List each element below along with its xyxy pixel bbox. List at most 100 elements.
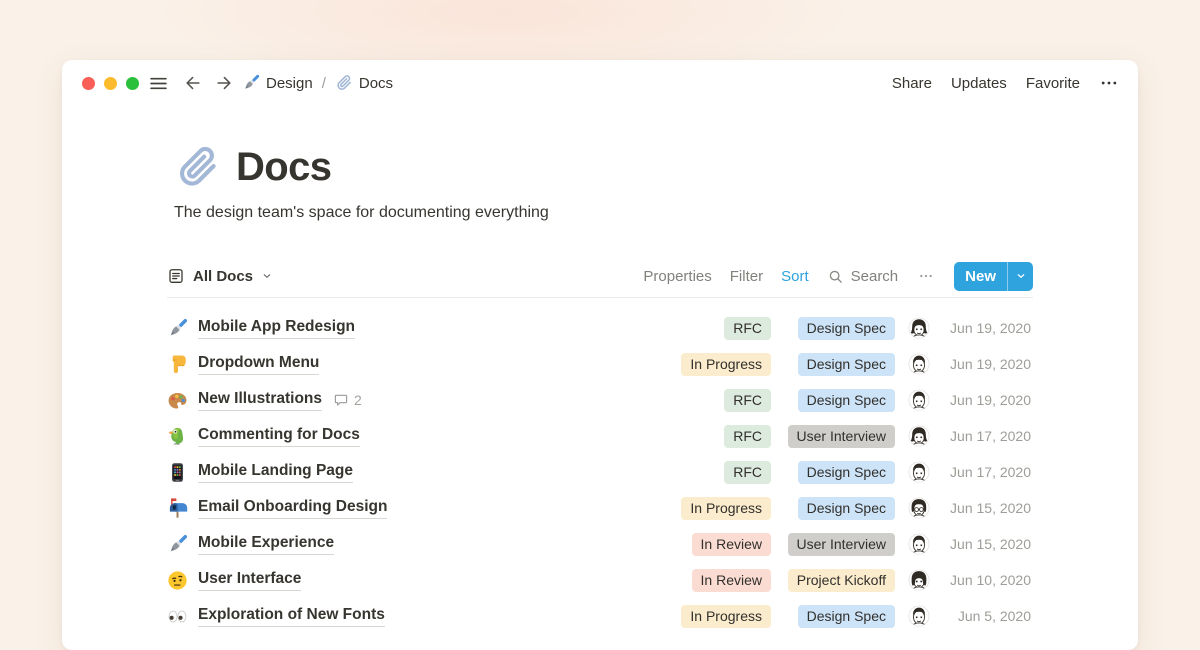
parrot-icon <box>167 426 188 447</box>
doc-title[interactable]: Mobile App Redesign <box>198 317 355 339</box>
doc-title[interactable]: Commenting for Docs <box>198 425 360 447</box>
doc-title[interactable]: Email Onboarding Design <box>198 497 387 519</box>
paperclip-icon <box>174 144 221 191</box>
toolbar-item-filter[interactable]: Filter <box>730 268 763 285</box>
back-icon[interactable] <box>183 73 203 93</box>
toolbar-item-sort[interactable]: Sort <box>781 268 809 285</box>
status-tag[interactable]: RFC <box>724 461 771 484</box>
status-tag[interactable]: RFC <box>724 317 771 340</box>
paperclip-icon <box>335 74 353 92</box>
doc-title[interactable]: Exploration of New Fonts <box>198 605 385 627</box>
toolbar-more-icon[interactable] <box>918 268 934 284</box>
status-tag[interactable]: In Review <box>692 533 771 556</box>
row-date: Jun 19, 2020 <box>937 320 1033 336</box>
avatar <box>908 389 930 411</box>
new-button-label: New <box>954 262 1007 291</box>
breadcrumb: Design / Docs <box>242 74 393 92</box>
doc-title[interactable]: Mobile Landing Page <box>198 461 353 483</box>
zoom-window-button[interactable] <box>126 77 139 90</box>
type-tag[interactable]: Design Spec <box>798 461 895 484</box>
type-tag[interactable]: Design Spec <box>798 353 895 376</box>
view-label: All Docs <box>193 268 253 285</box>
doc-title[interactable]: User Interface <box>198 569 301 591</box>
updates-button[interactable]: Updates <box>951 75 1007 92</box>
app-window: Design / Docs Share Updates Favorite Doc… <box>62 60 1138 650</box>
avatar <box>908 317 930 339</box>
eyes-icon <box>167 606 188 627</box>
type-tag[interactable]: User Interview <box>788 425 895 448</box>
comment-icon <box>333 392 349 408</box>
table-row[interactable]: Mobile Experience In Review User Intervi… <box>167 526 1033 562</box>
avatar <box>908 353 930 375</box>
chevron-down-icon <box>1015 270 1027 282</box>
page-title: Docs <box>236 145 331 190</box>
new-dropdown-button[interactable] <box>1008 262 1033 291</box>
toolbar-item-properties[interactable]: Properties <box>643 268 711 285</box>
close-window-button[interactable] <box>82 77 95 90</box>
breadcrumb-item-docs[interactable]: Docs <box>335 74 393 92</box>
avatar <box>908 533 930 555</box>
avatar <box>908 569 930 591</box>
table-toolbar: All Docs Properties Filter Sort Search New <box>167 261 1033 291</box>
face-raised-eyebrow-icon <box>167 570 188 591</box>
type-tag[interactable]: User Interview <box>788 533 895 556</box>
status-tag[interactable]: In Progress <box>681 353 771 376</box>
more-options-icon[interactable] <box>1099 73 1119 93</box>
paintbrush-icon <box>242 74 260 92</box>
docs-table: Mobile App Redesign RFC Design Spec Jun … <box>167 310 1033 634</box>
breadcrumb-item-design[interactable]: Design <box>242 74 313 92</box>
phone-icon <box>167 462 188 483</box>
minimize-window-button[interactable] <box>104 77 117 90</box>
table-row[interactable]: Dropdown Menu In Progress Design Spec Ju… <box>167 346 1033 382</box>
row-date: Jun 17, 2020 <box>937 464 1033 480</box>
type-tag[interactable]: Design Spec <box>798 497 895 520</box>
type-tag[interactable]: Project Kickoff <box>788 569 895 592</box>
row-date: Jun 5, 2020 <box>937 608 1033 624</box>
avatar <box>908 497 930 519</box>
view-selector[interactable]: All Docs <box>167 267 273 285</box>
avatar <box>908 605 930 627</box>
table-row[interactable]: Mobile App Redesign RFC Design Spec Jun … <box>167 310 1033 346</box>
status-tag[interactable]: RFC <box>724 425 771 448</box>
row-date: Jun 15, 2020 <box>937 536 1033 552</box>
list-view-icon <box>167 267 185 285</box>
status-tag[interactable]: In Progress <box>681 605 771 628</box>
traffic-lights <box>82 77 139 90</box>
type-tag[interactable]: Design Spec <box>798 605 895 628</box>
table-row[interactable]: Commenting for Docs RFC User Interview J… <box>167 418 1033 454</box>
avatar <box>908 461 930 483</box>
share-button[interactable]: Share <box>892 75 932 92</box>
forward-icon[interactable] <box>214 73 234 93</box>
breadcrumb-label: Docs <box>359 75 393 92</box>
doc-title[interactable]: Dropdown Menu <box>198 353 319 375</box>
status-tag[interactable]: In Review <box>692 569 771 592</box>
search-label: Search <box>851 268 899 285</box>
row-date: Jun 15, 2020 <box>937 500 1033 516</box>
status-tag[interactable]: RFC <box>724 389 771 412</box>
table-row[interactable]: Email Onboarding Design In Progress Desi… <box>167 490 1033 526</box>
table-row[interactable]: Mobile Landing Page RFC Design Spec Jun … <box>167 454 1033 490</box>
table-row[interactable]: User Interface In Review Project Kickoff… <box>167 562 1033 598</box>
table-row[interactable]: New Illustrations 2 RFC Design Spec Jun … <box>167 382 1033 418</box>
paintbrush-icon <box>167 318 188 339</box>
table-row[interactable]: Exploration of New Fonts In Progress Des… <box>167 598 1033 634</box>
doc-title[interactable]: New Illustrations <box>198 389 322 411</box>
menu-icon[interactable] <box>148 73 169 94</box>
doc-title[interactable]: Mobile Experience <box>198 533 334 555</box>
row-date: Jun 10, 2020 <box>937 572 1033 588</box>
avatar <box>908 425 930 447</box>
comment-count[interactable]: 2 <box>333 392 362 408</box>
chevron-down-icon <box>261 270 273 282</box>
new-button[interactable]: New <box>954 262 1033 291</box>
table-divider <box>167 297 1033 298</box>
status-tag[interactable]: In Progress <box>681 497 771 520</box>
favorite-button[interactable]: Favorite <box>1026 75 1080 92</box>
row-date: Jun 19, 2020 <box>937 392 1033 408</box>
search-button[interactable]: Search <box>827 268 899 285</box>
search-icon <box>827 268 844 285</box>
type-tag[interactable]: Design Spec <box>798 317 895 340</box>
type-tag[interactable]: Design Spec <box>798 389 895 412</box>
palette-icon <box>167 390 188 411</box>
breadcrumb-separator: / <box>322 75 326 92</box>
paintbrush-icon <box>167 534 188 555</box>
